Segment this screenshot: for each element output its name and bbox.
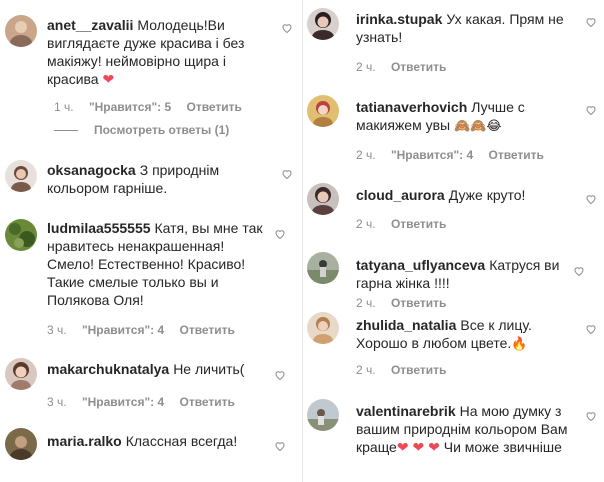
comment-body: zhulida_natalia Все к лицу. Хорошо в любо…: [356, 316, 574, 354]
replies-line: [54, 130, 78, 132]
avatar[interactable]: [5, 15, 37, 47]
comment-body: maria.ralko Классная всегда!: [47, 432, 272, 450]
comment-time: 3 ч.: [47, 395, 67, 409]
avatar[interactable]: [307, 8, 339, 40]
comment-body: valentinarebrik На мою думку з вашим прир…: [356, 402, 574, 456]
comment-time: 2 ч.: [356, 148, 376, 162]
comment-meta: 2 ч. Ответить: [356, 296, 458, 310]
comments-column-left: anet__zavalii Молодець!Ви виглядаєте дуже…: [0, 0, 302, 482]
comment-meta: 2 ч. Ответить: [356, 217, 458, 231]
comment-username[interactable]: ludmilaa555555: [47, 220, 151, 236]
comment-body: ludmilaa555555 Катя, вы мне так нравитесь…: [47, 219, 272, 309]
like-heart-icon[interactable]: [274, 369, 286, 381]
comment-meta: 2 ч. "Нравится": 4 Ответить: [356, 148, 556, 162]
comment-body: cloud_aurora Дуже круто!: [356, 186, 574, 204]
comment-text: Классная всегда!: [125, 433, 238, 449]
comment-text: Не личить(: [173, 361, 245, 377]
comment-username[interactable]: oksanagocka: [47, 162, 136, 178]
comment-meta: 2 ч. Ответить: [356, 60, 458, 74]
view-replies-label: Посмотреть ответы (1): [94, 123, 230, 137]
comment-username[interactable]: tatyana_uflyanceva: [356, 257, 485, 273]
comment-body: tatyana_uflyanceva Катруся ви гарна жінка…: [356, 256, 580, 292]
avatar[interactable]: [5, 428, 37, 460]
reply-button[interactable]: Ответить: [179, 395, 234, 409]
comment-username[interactable]: maria.ralko: [47, 433, 122, 449]
avatar[interactable]: [5, 160, 37, 192]
avatar[interactable]: [5, 219, 37, 251]
reply-button[interactable]: Ответить: [391, 363, 446, 377]
comment-text-continued: Чи може звичніше: [443, 439, 562, 455]
reply-button[interactable]: Ответить: [488, 148, 543, 162]
comment-body: irinka.stupak Ух какая. Прям не узнать!: [356, 10, 574, 46]
comment-meta: 1 ч. "Нравится": 5 Ответить: [54, 100, 254, 114]
heart-emoji: ❤ ❤ ❤: [396, 439, 440, 455]
comment-body: tatianaverhovich Лучше с макияжем увы 🙈🙈😂: [356, 98, 574, 136]
comment-username[interactable]: cloud_aurora: [356, 187, 445, 203]
like-heart-icon[interactable]: [281, 168, 293, 180]
likes-count[interactable]: "Нравится": 4: [391, 148, 473, 162]
monkey-emoji: 🙈🙈😂: [454, 119, 502, 134]
comment-text: Дуже круто!: [448, 187, 526, 203]
avatar[interactable]: [5, 358, 37, 390]
reply-button[interactable]: Ответить: [179, 323, 234, 337]
comment-body: oksanagocka З природнім кольором гарніше.: [47, 161, 272, 197]
avatar[interactable]: [307, 312, 339, 344]
comment-username[interactable]: irinka.stupak: [356, 11, 442, 27]
like-heart-icon[interactable]: [573, 265, 585, 277]
likes-count[interactable]: "Нравится": 4: [82, 323, 164, 337]
like-heart-icon[interactable]: [585, 410, 597, 422]
comment-meta: 3 ч. "Нравится": 4 Ответить: [47, 395, 247, 409]
likes-count[interactable]: "Нравится": 5: [89, 100, 171, 114]
avatar[interactable]: [307, 183, 339, 215]
comment-username[interactable]: tatianaverhovich: [356, 99, 467, 115]
comment-time: 2 ч.: [356, 60, 376, 74]
like-heart-icon[interactable]: [585, 104, 597, 116]
comment-username[interactable]: valentinarebrik: [356, 403, 456, 419]
likes-count[interactable]: "Нравится": 4: [82, 395, 164, 409]
reply-button[interactable]: Ответить: [391, 217, 446, 231]
comment-username[interactable]: anet__zavalii: [47, 17, 133, 33]
reply-button[interactable]: Ответить: [391, 60, 446, 74]
like-heart-icon[interactable]: [585, 16, 597, 28]
fire-emoji: 🔥: [511, 337, 528, 352]
comments-column-right: irinka.stupak Ух какая. Прям не узнать! 2…: [302, 0, 604, 482]
avatar[interactable]: [307, 399, 339, 431]
comment-time: 1 ч.: [54, 100, 74, 114]
comment-time: 2 ч.: [356, 217, 376, 231]
comment-username[interactable]: makarchuknatalya: [47, 361, 169, 377]
comment-username[interactable]: zhulida_natalia: [356, 317, 456, 333]
comment-meta: 3 ч. "Нравится": 4 Ответить: [47, 323, 247, 337]
like-heart-icon[interactable]: [281, 22, 293, 34]
heart-emoji: ❤: [102, 71, 115, 87]
like-heart-icon[interactable]: [585, 323, 597, 335]
reply-button[interactable]: Ответить: [391, 296, 446, 310]
avatar[interactable]: [307, 252, 339, 284]
comment-time: 2 ч.: [356, 363, 376, 377]
like-heart-icon[interactable]: [274, 440, 286, 452]
comment-time: 2 ч.: [356, 296, 376, 310]
like-heart-icon[interactable]: [585, 193, 597, 205]
reply-button[interactable]: Ответить: [186, 100, 241, 114]
avatar[interactable]: [307, 95, 339, 127]
comment-body: anet__zavalii Молодець!Ви виглядаєте дуже…: [47, 16, 272, 88]
view-replies-button[interactable]: Посмотреть ответы (1): [54, 123, 229, 137]
comment-meta: 2 ч. Ответить: [356, 363, 458, 377]
like-heart-icon[interactable]: [274, 228, 286, 240]
comment-time: 3 ч.: [47, 323, 67, 337]
comment-body: makarchuknatalya Не личить(: [47, 360, 272, 378]
